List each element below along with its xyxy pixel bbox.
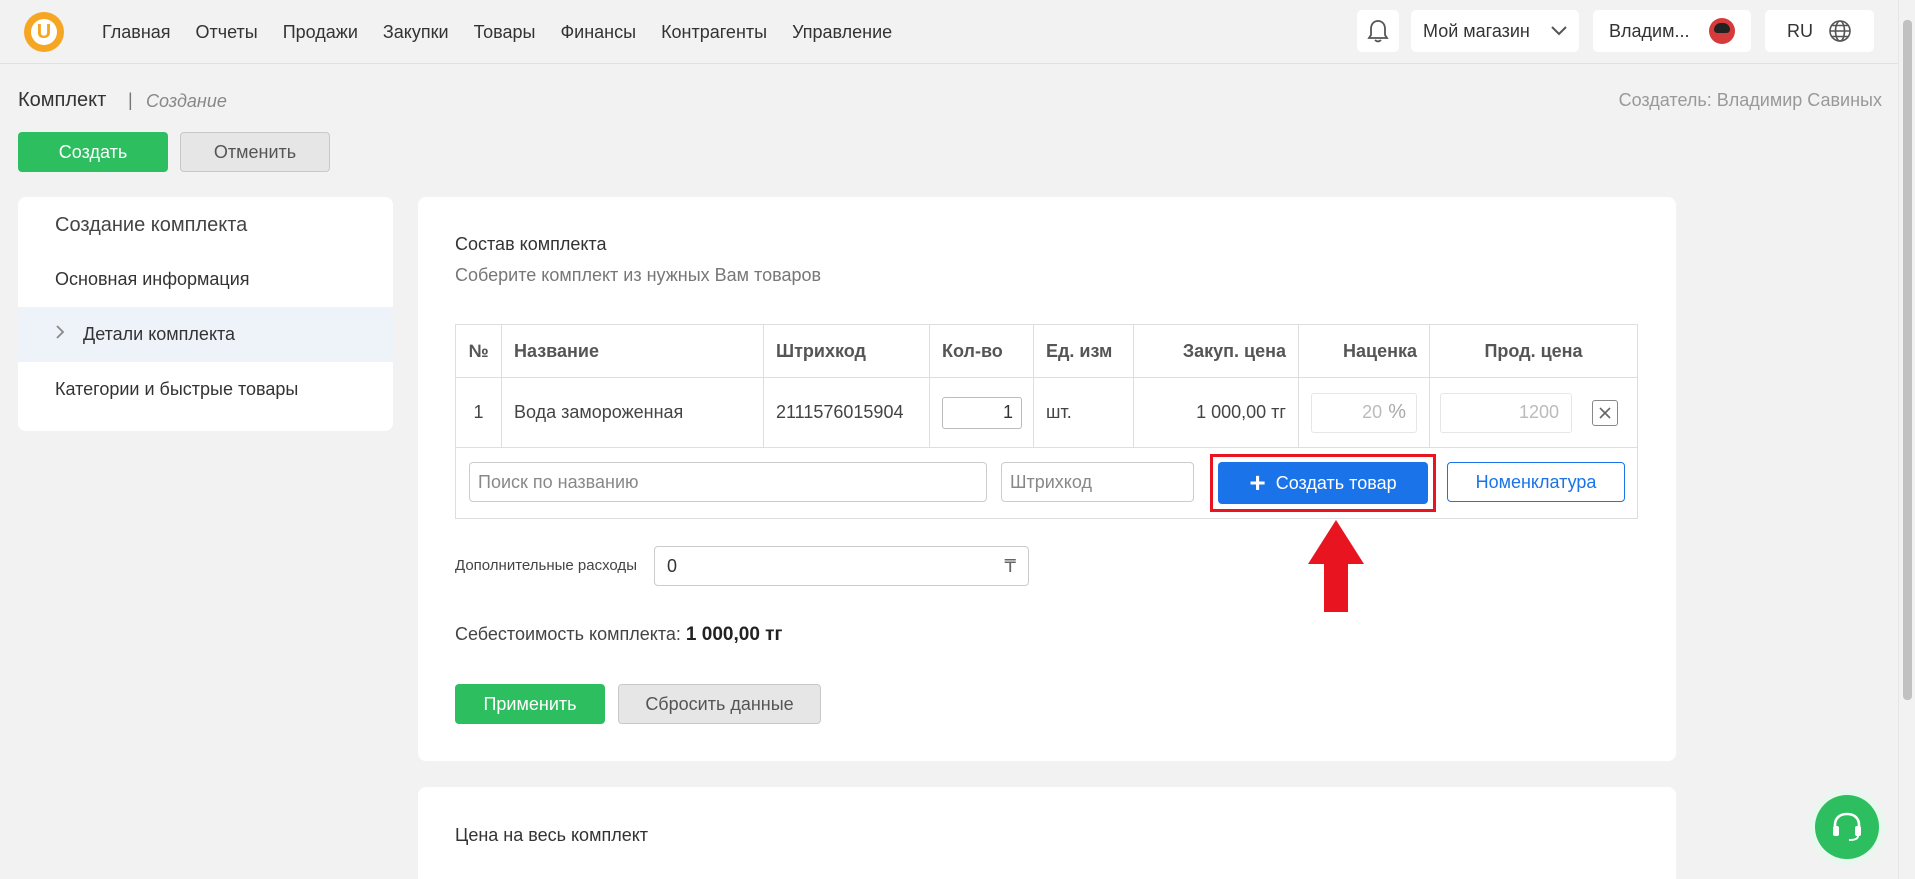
plus-icon: + <box>1249 467 1266 498</box>
sidebar: Создание комплекта Основная информация Д… <box>18 197 393 431</box>
nav-item-products[interactable]: Товары <box>474 22 536 43</box>
remove-row-button[interactable] <box>1592 399 1618 426</box>
scrollbar[interactable] <box>1898 0 1915 879</box>
percent-sign: % <box>1388 401 1406 423</box>
chevron-right-icon <box>55 324 83 345</box>
reset-button[interactable]: Сбросить данные <box>618 684 821 724</box>
tenge-icon: ₸ <box>1004 555 1016 576</box>
markup-cell: 20 % <box>1299 378 1430 447</box>
page-title: Комплект <box>18 89 107 111</box>
section-title: Цена на весь комплект <box>455 825 649 845</box>
scrollbar-thumb[interactable] <box>1903 20 1912 700</box>
nav-item-reports[interactable]: Отчеты <box>196 22 258 43</box>
top-bar: U Главная Отчеты Продажи Закупки Товары … <box>0 0 1898 64</box>
apply-button[interactable]: Применить <box>455 684 605 724</box>
extra-costs-value: 0 <box>667 555 678 576</box>
search-input[interactable] <box>469 462 987 502</box>
col-header-markup: Наценка <box>1299 325 1430 377</box>
markup-value: 20 <box>1362 402 1383 422</box>
kit-table: № Название Штрихкод Кол-во Ед. изм Закуп… <box>455 324 1638 519</box>
nav-item-purchases[interactable]: Закупки <box>383 22 449 43</box>
nav-item-finance[interactable]: Финансы <box>560 22 636 43</box>
sale-price-value: 1200 <box>1518 402 1559 422</box>
main-nav: Главная Отчеты Продажи Закупки Товары Фи… <box>102 0 892 64</box>
creator-name: Владимир Савиных <box>1716 90 1882 110</box>
extra-costs-input[interactable]: 0 ₸ <box>654 546 1029 586</box>
arrow-up-icon <box>1308 520 1364 612</box>
table-header: № Название Штрихкод Кол-во Ед. изм Закуп… <box>456 325 1637 378</box>
sidebar-item-label: Детали комплекта <box>83 324 236 344</box>
col-header-barcode: Штрихкод <box>764 325 930 377</box>
section-subtitle: Соберите комплект из нужных Вам товаров <box>455 265 822 285</box>
col-header-qty: Кол-во <box>930 325 1034 377</box>
row-number: 1 <box>456 378 502 447</box>
add-product-row: + Создать товар Номенклатура <box>456 448 1637 518</box>
app-logo[interactable]: U <box>24 12 64 52</box>
chevron-down-icon <box>1551 26 1567 36</box>
col-header-purchase-price: Закуп. цена <box>1134 325 1299 377</box>
sale-price-cell: 1200 <box>1430 378 1637 447</box>
unit-value: шт. <box>1034 378 1134 447</box>
language-code: RU <box>1787 20 1813 41</box>
kit-cost-label: Себестоимость комплекта: <box>455 624 681 644</box>
product-barcode: 2111576015904 <box>764 378 930 447</box>
avatar <box>1709 18 1735 44</box>
table-row: 1 Вода замороженная 2111576015904 шт. 1 … <box>456 378 1637 448</box>
support-chat-button[interactable] <box>1815 795 1879 859</box>
language-selector[interactable]: RU <box>1765 10 1874 52</box>
user-menu[interactable]: Владим... <box>1593 10 1751 52</box>
kit-cost: Себестоимость комплекта: 1 000,00 тг <box>455 624 782 646</box>
qty-cell <box>930 378 1034 447</box>
sidebar-title: Создание комплекта <box>55 214 248 236</box>
nav-item-home[interactable]: Главная <box>102 22 171 43</box>
create-product-label: Создать товар <box>1275 472 1397 493</box>
sidebar-item-label: Категории и быстрые товары <box>55 379 299 399</box>
kit-price-card: Цена на весь комплект <box>418 787 1676 879</box>
col-header-sale-price: Прод. цена <box>1484 340 1583 361</box>
close-icon <box>1599 406 1611 419</box>
page-subtitle: Создание <box>146 91 227 111</box>
quantity-input[interactable] <box>942 396 1022 429</box>
col-header-name: Название <box>502 325 764 377</box>
col-header-number: № <box>456 325 502 377</box>
nav-item-contractors[interactable]: Контрагенты <box>661 22 767 43</box>
globe-icon <box>1829 20 1851 42</box>
barcode-input[interactable] <box>1001 462 1194 502</box>
bell-icon <box>1367 20 1389 43</box>
purchase-price-value: 1 000,00 тг <box>1134 378 1299 447</box>
notifications-button[interactable] <box>1357 10 1399 52</box>
sidebar-item-categories[interactable]: Категории и быстрые товары <box>18 362 393 417</box>
section-title: Состав комплекта <box>455 234 607 254</box>
nomenclature-button[interactable]: Номенклатура <box>1447 462 1625 502</box>
creator-info: Создатель: Владимир Савиных <box>1619 90 1882 111</box>
sidebar-item-label: Основная информация <box>55 269 250 289</box>
product-name: Вода замороженная <box>502 378 764 447</box>
store-name: Мой магазин <box>1423 20 1530 41</box>
headset-icon <box>1833 812 1861 841</box>
markup-input[interactable]: 20 % <box>1311 392 1417 433</box>
cancel-button[interactable]: Отменить <box>180 132 330 172</box>
logo-letter: U <box>31 19 57 45</box>
extra-costs-label: Дополнительные расходы <box>455 557 637 574</box>
nav-item-management[interactable]: Управление <box>792 22 892 43</box>
user-name: Владим... <box>1609 20 1690 41</box>
creator-label: Создатель: <box>1618 90 1712 110</box>
kit-composition-card: Состав комплекта Соберите комплект из ну… <box>418 197 1676 761</box>
sale-price-input[interactable]: 1200 <box>1440 392 1572 433</box>
breadcrumb-separator: | <box>128 90 133 110</box>
col-header-unit: Ед. изм <box>1034 325 1134 377</box>
create-product-button[interactable]: + Создать товар <box>1218 462 1428 504</box>
sidebar-item-basic-info[interactable]: Основная информация <box>18 252 393 307</box>
sidebar-item-kit-details[interactable]: Детали комплекта <box>18 307 393 362</box>
nav-item-sales[interactable]: Продажи <box>283 22 358 43</box>
create-button[interactable]: Создать <box>18 132 168 172</box>
store-selector[interactable]: Мой магазин <box>1411 10 1579 52</box>
kit-cost-value: 1 000,00 тг <box>685 624 783 645</box>
